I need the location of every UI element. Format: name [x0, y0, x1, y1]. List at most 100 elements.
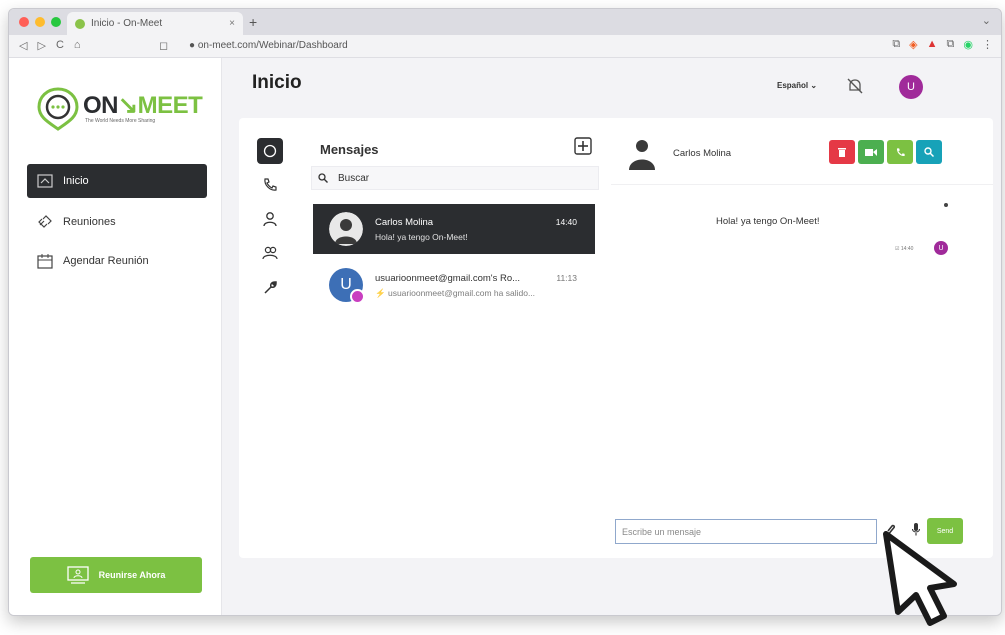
home-icon	[37, 174, 53, 188]
phone-icon	[896, 147, 905, 156]
url-field[interactable]: ● on-meet.com/Webinar/Dashboard	[189, 40, 348, 51]
tab-close-icon[interactable]: ×	[229, 18, 235, 29]
trash-icon	[838, 147, 846, 157]
contacts-tab[interactable]	[257, 206, 283, 232]
window-controls	[19, 17, 61, 27]
conversation-name: usuarioonmeet@gmail.com's Ro...	[375, 273, 521, 284]
delete-chat-button[interactable]	[829, 140, 855, 164]
chat-bubble-icon	[263, 144, 277, 158]
settings-tab[interactable]	[257, 274, 283, 300]
reunirse-ahora-button[interactable]: Reunirse Ahora	[30, 557, 202, 593]
search-icon	[924, 147, 934, 157]
mouse-cursor-icon	[883, 531, 957, 626]
conversation-item[interactable]: Carlos Molina Hola! ya tengo On-Meet! 14…	[313, 204, 595, 254]
conversation-preview: usuarioonmeet@gmail.com ha salido...	[387, 288, 536, 298]
url-text: on-meet.com/Webinar/Dashboard	[197, 40, 348, 51]
users-icon	[262, 246, 278, 260]
new-message-button[interactable]	[573, 136, 593, 161]
contact-avatar: U	[329, 268, 365, 304]
rewards-icon[interactable]: ▲	[927, 38, 938, 51]
whatsapp-icon[interactable]: ◉	[963, 38, 973, 51]
favicon-icon	[75, 18, 85, 29]
conversation-preview-row: ⚡ usuarioonmeet@gmail.com ha salido...	[375, 288, 535, 299]
forward-button[interactable]: ▷	[37, 39, 45, 52]
conversation-time: 11:13	[556, 273, 577, 283]
search-icon	[318, 173, 328, 183]
sidebar: ON↘MEET The World Needs More Sharing Ini…	[9, 58, 222, 615]
app: ON↘MEET The World Needs More Sharing Ini…	[9, 58, 1001, 615]
sidebar-item-label: Reuniones	[63, 216, 116, 228]
search-bar	[311, 166, 599, 190]
page-title: Inicio	[252, 72, 302, 93]
browser-tab[interactable]: Inicio - On-Meet ×	[67, 12, 243, 35]
messages-title: Mensajes	[320, 142, 379, 157]
search-input[interactable]	[336, 171, 580, 185]
conversation-preview: Hola! ya tengo On-Meet!	[375, 232, 468, 242]
tab-title: Inicio - On-Meet	[91, 18, 163, 29]
shield-icon[interactable]: ◈	[909, 38, 917, 51]
conversation-item[interactable]: U usuarioonmeet@gmail.com's Ro... ⚡ usua…	[313, 260, 595, 310]
chat-tab[interactable]	[257, 138, 283, 164]
new-tab-button[interactable]: +	[249, 14, 257, 30]
groups-tab[interactable]	[257, 240, 283, 266]
window-icon[interactable]: ⧉	[947, 38, 955, 51]
message-input[interactable]	[616, 520, 864, 543]
message-bubble: Hola! ya tengo On-Meet!	[694, 210, 954, 240]
tab-menu-icon[interactable]: ⌄	[982, 14, 991, 27]
sidebar-item-agendar-reunion[interactable]: Agendar Reunión	[27, 244, 207, 278]
tab-bar: Inicio - On-Meet × + ⌄	[9, 9, 1001, 35]
chat-header: Carlos Molina	[611, 118, 993, 185]
video-camera-icon	[865, 148, 877, 156]
meeting-room-icon	[67, 566, 89, 584]
address-bar: ◁ ▷ C ⌂ ◻ ● on-meet.com/Webinar/Dashboar…	[9, 35, 1001, 58]
browser-window: Inicio - On-Meet × + ⌄ ◁ ▷ C ⌂ ◻ ● on-me…	[8, 8, 1002, 616]
chat-pin-logo-icon	[37, 87, 79, 131]
logo-tagline: The World Needs More Sharing	[85, 118, 156, 124]
minimize-window-button[interactable]	[35, 17, 45, 27]
calls-tab[interactable]	[257, 172, 283, 198]
message-composer	[615, 519, 877, 544]
message-time: ☑ 14:40	[895, 246, 914, 252]
user-avatar[interactable]: U	[899, 75, 923, 99]
sidebar-item-reuniones[interactable]: Reuniones	[27, 205, 207, 239]
extension-icons: ⧉ ◈ ▲ ⧉ ◉ ⋮	[892, 38, 993, 51]
on-meet-logo: ON↘MEET The World Needs More Sharing	[35, 86, 205, 132]
sidebar-item-inicio[interactable]: Inicio	[27, 164, 207, 198]
reunirse-ahora-label: Reunirse Ahora	[98, 570, 166, 580]
voice-call-button[interactable]	[887, 140, 913, 164]
notifications-off-icon[interactable]	[845, 76, 865, 101]
sidebar-item-label: Inicio	[63, 175, 89, 187]
user-icon	[263, 212, 277, 227]
video-call-button[interactable]	[858, 140, 884, 164]
menu-icon[interactable]: ⋮	[982, 38, 993, 51]
logo-wordmark: ON↘MEET	[83, 92, 203, 119]
chat-actions	[829, 140, 942, 164]
phone-icon	[264, 178, 277, 191]
reload-button[interactable]: C	[56, 39, 64, 52]
link-icon	[38, 215, 52, 228]
contact-avatar	[329, 212, 363, 246]
messages-panel: Mensajes Carlos Molina Hola! ya tengo On…	[239, 118, 993, 558]
nav-buttons: ◁ ▷ C ⌂	[19, 39, 81, 52]
search-chat-button[interactable]	[916, 140, 942, 164]
sidebar-item-label: Agendar Reunión	[63, 255, 149, 267]
status-badge	[350, 289, 365, 304]
back-button[interactable]: ◁	[19, 39, 27, 52]
home-button[interactable]: ⌂	[74, 39, 81, 52]
lightning-icon: ⚡	[375, 288, 386, 298]
maximize-window-button[interactable]	[51, 17, 61, 27]
bookmark-icon[interactable]: ◻	[159, 39, 168, 52]
share-icon[interactable]: ⧉	[892, 38, 900, 51]
contact-avatar	[627, 136, 657, 170]
language-select[interactable]: Español ⌄	[777, 81, 817, 90]
unread-dot	[944, 203, 948, 207]
message-text: Hola! ya tengo On-Meet!	[716, 216, 820, 227]
calendar-icon	[37, 253, 53, 269]
conversation-name: Carlos Molina	[375, 217, 434, 228]
message-avatar: U	[934, 241, 948, 255]
wrench-icon	[264, 281, 277, 294]
avatar-initial: U	[340, 276, 352, 293]
chat-contact-name: Carlos Molina	[673, 148, 732, 159]
conversation-time: 14:40	[555, 217, 577, 227]
close-window-button[interactable]	[19, 17, 29, 27]
